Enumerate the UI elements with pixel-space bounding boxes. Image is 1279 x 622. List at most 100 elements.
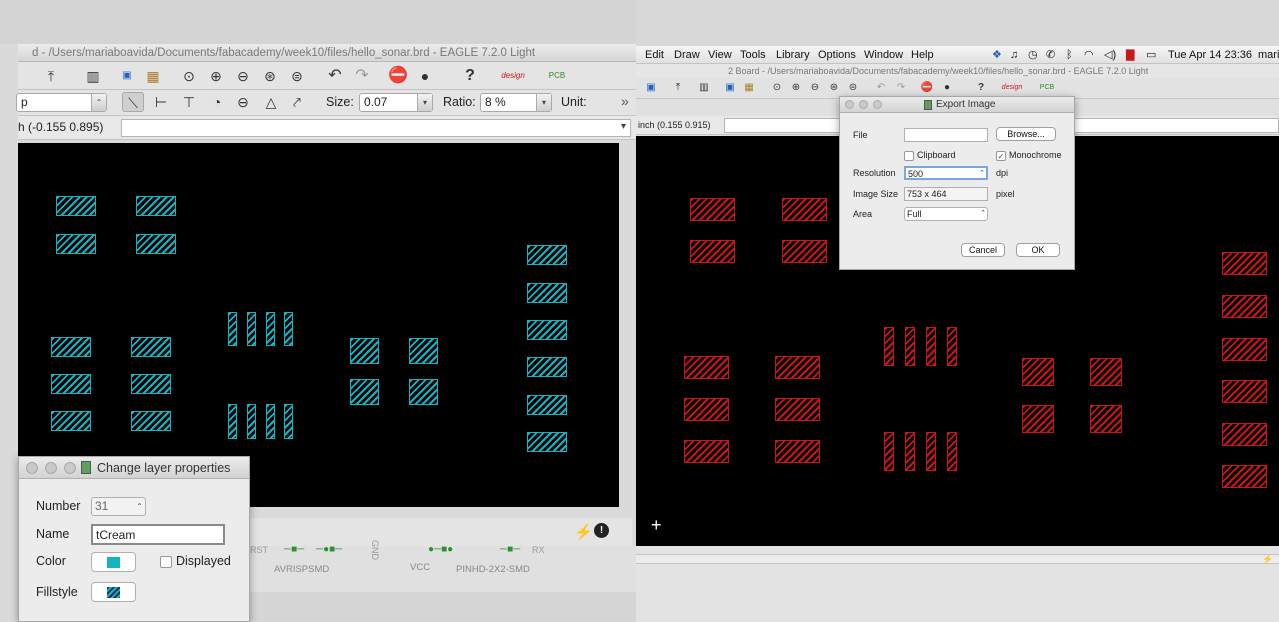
menu-options[interactable]: Options: [818, 46, 856, 64]
smd-pad[interactable]: [1022, 405, 1054, 433]
header-pad[interactable]: [527, 395, 567, 415]
menu-view[interactable]: View: [708, 46, 732, 64]
menu-library[interactable]: Library: [776, 46, 810, 64]
header-pad[interactable]: [1222, 465, 1267, 488]
file-open-icon[interactable]: ⤒: [40, 66, 62, 86]
zoom-in-icon[interactable]: ⊕: [205, 66, 227, 86]
ic-pin-pad[interactable]: [266, 312, 275, 346]
bend-style-icon[interactable]: ⊢: [150, 92, 172, 112]
pcb-quote-icon[interactable]: PCB: [542, 66, 572, 86]
smd-pad[interactable]: [409, 338, 438, 364]
bend-free-icon[interactable]: ⤤: [286, 92, 308, 112]
bend-arc-icon[interactable]: ◔: [206, 92, 228, 112]
header-pad[interactable]: [1222, 423, 1267, 446]
ic-pin-pad[interactable]: [926, 432, 936, 471]
pcb-quote-icon[interactable]: PCB: [1034, 81, 1060, 95]
stop-info-icon[interactable]: !: [594, 523, 609, 538]
brd-icon[interactable]: ▦: [142, 66, 164, 86]
ic-pin-pad[interactable]: [926, 327, 936, 366]
file-input[interactable]: [904, 128, 988, 142]
header-pad[interactable]: [1222, 338, 1267, 361]
ic-pin-pad[interactable]: [947, 327, 957, 366]
close-icon[interactable]: [26, 462, 38, 474]
smd-pad[interactable]: [56, 234, 96, 254]
smd-pad[interactable]: [51, 411, 91, 431]
resolution-input[interactable]: 500 ⌃: [904, 166, 988, 180]
wifi-icon[interactable]: ◠: [1084, 46, 1094, 64]
smd-pad[interactable]: [131, 374, 171, 394]
header-pad[interactable]: [1222, 295, 1267, 318]
smd-pad[interactable]: [409, 379, 438, 405]
go-icon[interactable]: ●: [940, 81, 954, 95]
header-pad[interactable]: [527, 245, 567, 265]
sch-switch-icon[interactable]: ▣: [723, 81, 737, 95]
layer-settings-icon[interactable]: ▥: [82, 66, 104, 86]
bend-angle-icon[interactable]: △: [260, 92, 282, 112]
zoom-redraw-icon[interactable]: ⊛: [827, 81, 841, 95]
help-icon[interactable]: ?: [459, 66, 481, 86]
menu-draw[interactable]: Draw: [674, 46, 700, 64]
smd-pad[interactable]: [350, 379, 379, 405]
smd-pad[interactable]: [51, 337, 91, 357]
ic-pin-pad[interactable]: [228, 404, 237, 439]
ic-pin-pad[interactable]: [884, 432, 894, 471]
left-board-canvas[interactable]: [18, 143, 619, 507]
smd-pad[interactable]: [690, 198, 735, 221]
phone-icon[interactable]: ✆: [1046, 46, 1055, 64]
smd-pad[interactable]: [136, 196, 176, 216]
ic-pin-pad[interactable]: [284, 312, 293, 346]
smd-pad[interactable]: [684, 356, 729, 379]
help-icon[interactable]: ?: [974, 81, 988, 95]
menu-edit[interactable]: Edit: [645, 46, 664, 64]
ic-pin-pad[interactable]: [905, 327, 915, 366]
brd-icon[interactable]: ▦: [742, 81, 756, 95]
stepper-icon[interactable]: ⌃: [979, 168, 985, 180]
header-pad[interactable]: [527, 432, 567, 452]
redo-icon[interactable]: ↷: [894, 81, 908, 95]
file-open-icon[interactable]: ⤒: [671, 81, 685, 95]
smd-pad[interactable]: [782, 198, 827, 221]
smd-pad[interactable]: [782, 240, 827, 263]
battery-icon[interactable]: ▭: [1146, 46, 1156, 64]
header-pad[interactable]: [527, 320, 567, 340]
close-icon[interactable]: [845, 100, 854, 109]
clipboard-checkbox[interactable]: [904, 151, 914, 161]
zoom-out-icon[interactable]: ⊖: [808, 81, 822, 95]
header-pad[interactable]: [1222, 380, 1267, 403]
smd-pad[interactable]: [775, 398, 820, 421]
bluetooth-icon[interactable]: ᛒ: [1066, 46, 1073, 64]
ic-pin-pad[interactable]: [247, 312, 256, 346]
smd-pad[interactable]: [1090, 358, 1122, 386]
smd-pad[interactable]: [690, 240, 735, 263]
bend-vertical-icon[interactable]: ⊤: [178, 92, 200, 112]
zoom-icon[interactable]: [873, 100, 882, 109]
volume-icon[interactable]: ◁): [1104, 46, 1116, 64]
zoom-select-icon[interactable]: ⊜: [286, 66, 308, 86]
fillstyle-button[interactable]: [91, 582, 136, 602]
smd-pad[interactable]: [1022, 358, 1054, 386]
menu-tools[interactable]: Tools: [740, 46, 766, 64]
header-pad[interactable]: [527, 283, 567, 303]
color-button[interactable]: [91, 552, 136, 572]
time-machine-icon[interactable]: ◷: [1028, 46, 1038, 64]
area-select[interactable]: Full ⌃: [904, 207, 988, 221]
menu-window[interactable]: Window: [864, 46, 903, 64]
flag-icon[interactable]: ▇: [1126, 46, 1134, 64]
monochrome-checkbox[interactable]: ✓: [996, 151, 1006, 161]
wire-bend-icon[interactable]: ⟍: [122, 92, 144, 112]
ic-pin-pad[interactable]: [284, 404, 293, 439]
smd-pad[interactable]: [131, 337, 171, 357]
design-link-icon[interactable]: design: [496, 66, 530, 86]
go-icon[interactable]: ●: [414, 66, 436, 86]
smd-pad[interactable]: [136, 234, 176, 254]
undo-icon[interactable]: ↶: [324, 66, 346, 86]
ic-pin-pad[interactable]: [247, 404, 256, 439]
zoom-icon[interactable]: [64, 462, 76, 474]
stepper-icon[interactable]: ⌃: [136, 498, 143, 515]
smd-pad[interactable]: [1090, 405, 1122, 433]
header-pad[interactable]: [1222, 252, 1267, 275]
ratio-combo[interactable]: 8 % ▾: [480, 93, 552, 112]
lightning-icon[interactable]: ⚡: [1262, 554, 1273, 565]
ic-pin-pad[interactable]: [947, 432, 957, 471]
zoom-redraw-icon[interactable]: ⊛: [259, 66, 281, 86]
